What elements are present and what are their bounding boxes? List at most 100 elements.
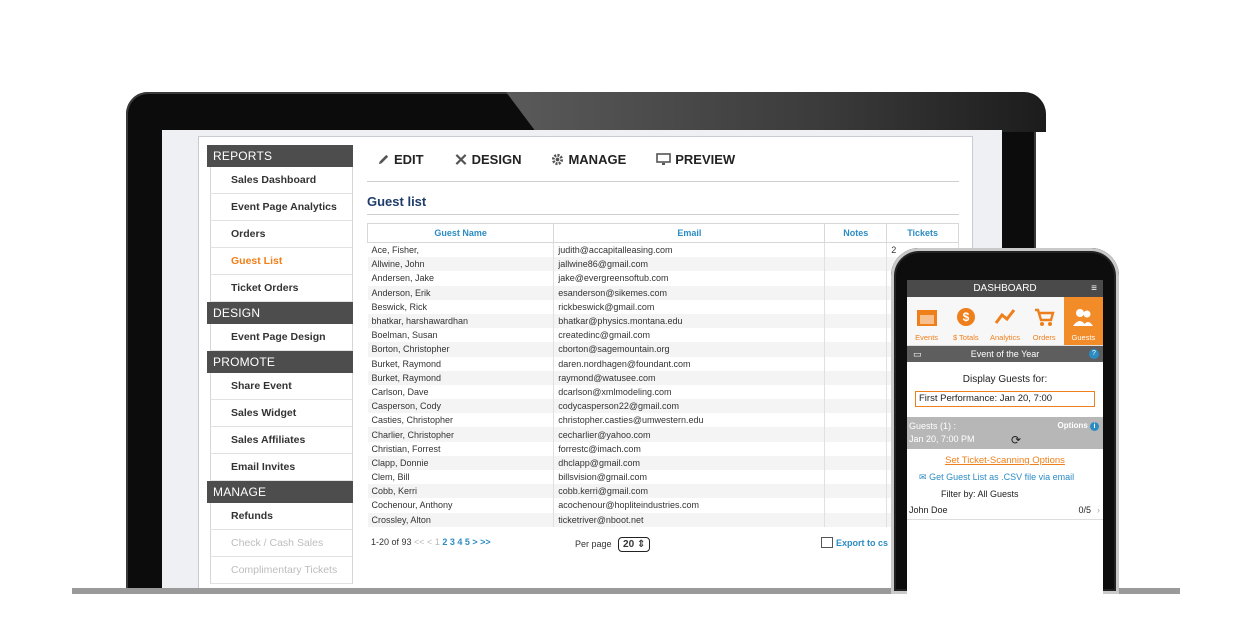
table-row[interactable]: Casperson, Cody codycasperson22@gmail.com: [367, 399, 959, 414]
tab-label: Orders: [1032, 333, 1056, 342]
options-button[interactable]: Options i: [1058, 421, 1099, 431]
guest-name-cell: Burket, Raymond: [367, 370, 555, 385]
display-guests-label: Display Guests for:: [962, 374, 1048, 385]
table-row[interactable]: Casties, Christopher christopher.casties@…: [367, 413, 959, 428]
per-page-label: Per page: [575, 538, 612, 549]
per-page-select[interactable]: 20 ⇕: [618, 536, 651, 552]
monitor-icon[interactable]: ▭: [913, 346, 922, 362]
table-row[interactable]: Christian, Forrest forrestc@imach.com: [367, 441, 959, 456]
table-row[interactable]: Charlier, Christopher cecharlier@yahoo.co…: [367, 427, 959, 442]
options-label: Options: [1057, 421, 1088, 430]
table-row[interactable]: Cobb, Kerri cobb.kerri@gmail.com: [367, 484, 959, 499]
event-name: Event of the Year: [970, 349, 1040, 359]
csv-email-link[interactable]: ✉ Get Guest List as .CSV file via email: [907, 472, 1103, 483]
notes-cell: [824, 328, 888, 343]
design-button[interactable]: DESIGN: [454, 152, 521, 167]
performance-select[interactable]: First Performance: Jan 20, 7:00: [915, 391, 1095, 407]
notes-cell: [824, 427, 888, 442]
refresh-icon[interactable]: ⟳: [1011, 433, 1021, 447]
notes-cell: [824, 384, 888, 400]
notes-cell: [824, 285, 888, 300]
guest-name-cell: Cobb, Kerri: [367, 484, 555, 499]
guest-name-cell: Christian, Forrest: [367, 441, 555, 456]
notes-cell: [824, 299, 888, 314]
page-title: Guest list: [367, 194, 959, 215]
sidebar-item-guest-list[interactable]: Guest List: [210, 248, 353, 275]
phone-header: DASHBOARD ≡: [907, 280, 1103, 297]
table-row[interactable]: Carlson, Dave dcarlson@xmlmodeling.com: [367, 384, 959, 400]
preview-label: PREVIEW: [675, 151, 736, 167]
email-cell: daren.nordhagen@foundant.com: [553, 356, 826, 371]
column-header-notes[interactable]: Notes: [824, 223, 888, 243]
monitor-icon: [656, 152, 672, 165]
table-row[interactable]: Boelman, Susan createdinc@gmail.com: [367, 328, 959, 343]
sidebar-item-email-invites[interactable]: Email Invites: [210, 454, 353, 481]
tab-guests[interactable]: Guests: [1063, 297, 1103, 345]
table-row[interactable]: Borton, Christopher cborton@sagemountain.…: [367, 342, 959, 357]
help-icon[interactable]: ?: [1089, 349, 1099, 359]
table-row[interactable]: Anderson, Erik esanderson@sikemes.com: [367, 285, 959, 300]
preview-button[interactable]: PREVIEW: [656, 152, 735, 167]
table-row[interactable]: Clapp, Donnie dhclapp@gmail.com: [367, 455, 959, 470]
table-row[interactable]: bhatkar, harshawardhan bhatkar@physics.mo…: [367, 313, 959, 329]
sidebar-header-manage: MANAGE: [207, 481, 353, 503]
guest-row[interactable]: John Doe 0/5 ›: [907, 505, 1103, 520]
email-cell: judith@accapitalleasing.com: [553, 242, 826, 258]
sidebar-item-sales-widget[interactable]: Sales Widget: [210, 400, 353, 427]
column-header-tickets[interactable]: Tickets: [886, 223, 959, 243]
notes-cell: [824, 498, 888, 513]
chart-icon: [994, 307, 1016, 333]
pager-page-links[interactable]: 2 3 4 5 > >>: [442, 537, 490, 547]
table-row[interactable]: Beswick, Rick rickbeswick@gmail.com: [367, 299, 959, 314]
csv-email-label: Get Guest List as .CSV file via email: [929, 472, 1075, 482]
email-cell: billsvision@gmail.com: [553, 470, 826, 485]
guest-name-cell: Andersen, Jake: [367, 271, 555, 286]
guest-name-cell: Anderson, Erik: [367, 285, 555, 300]
hamburger-icon[interactable]: ≡: [1091, 280, 1097, 297]
column-header-guest-name[interactable]: Guest Name: [366, 223, 555, 243]
table-row[interactable]: Clem, Bill billsvision@gmail.com: [367, 470, 959, 485]
sidebar-item-share-event[interactable]: Share Event: [210, 373, 353, 400]
sidebar-item-check-cash-sales: Check / Cash Sales: [210, 530, 353, 557]
guest-count: 0/5: [1078, 505, 1091, 515]
guests-count: Guests (1) :: [909, 421, 957, 431]
manage-button[interactable]: MANAGE: [551, 152, 626, 167]
guest-name-cell: Casperson, Cody: [367, 399, 555, 414]
sidebar-item-refunds[interactable]: Refunds: [210, 503, 353, 530]
dollar-icon: $: [956, 307, 976, 333]
notes-cell: [824, 242, 888, 258]
table-row[interactable]: Crossley, Alton ticketriver@nboot.net: [367, 512, 959, 527]
sidebar-item-sales-dashboard[interactable]: Sales Dashboard: [210, 167, 353, 194]
sidebar-item-ticket-orders[interactable]: Ticket Orders: [210, 275, 353, 302]
column-header-email[interactable]: Email: [553, 223, 826, 243]
tab-analytics[interactable]: Analytics: [985, 297, 1024, 345]
sidebar-item-sales-affiliates[interactable]: Sales Affiliates: [210, 427, 353, 454]
table-row[interactable]: Allwine, John jallwine86@gmail.com: [367, 257, 959, 272]
table-row[interactable]: Cochenour, Anthony acochenour@hopliteindu…: [367, 498, 959, 513]
pager-prev-links[interactable]: << < 1: [414, 537, 440, 547]
tab-orders[interactable]: Orders: [1025, 297, 1064, 345]
pager-range-text: 1-20 of 93: [371, 536, 412, 547]
sidebar-header-reports: REPORTS: [207, 145, 353, 167]
export-link[interactable]: Export to cs: [821, 536, 888, 548]
guest-name-cell: Borton, Christopher: [367, 342, 555, 357]
tab-totals[interactable]: $ $ Totals: [946, 297, 985, 345]
notes-cell: [824, 484, 888, 499]
email-cell: esanderson@sikemes.com: [553, 285, 826, 300]
sidebar-item-event-page-analytics[interactable]: Event Page Analytics: [210, 194, 353, 221]
edit-button[interactable]: EDIT: [377, 152, 424, 167]
tab-events[interactable]: Events: [907, 297, 946, 345]
table-row[interactable]: Andersen, Jake jake@evergreensoftub.com: [367, 271, 959, 286]
table-body: Ace, Fisher, judith@accapitalleasing.com 2…: [367, 242, 959, 527]
csv-icon: [821, 536, 833, 548]
sidebar-item-event-page-design[interactable]: Event Page Design: [210, 324, 353, 351]
email-cell: jake@evergreensoftub.com: [553, 271, 826, 286]
table-row[interactable]: Burket, Raymond raymond@watusee.com: [367, 370, 959, 385]
table-row[interactable]: Ace, Fisher, judith@accapitalleasing.com 2: [367, 242, 959, 258]
table-row[interactable]: Burket, Raymond daren.nordhagen@foundant.…: [367, 356, 959, 371]
guest-name-cell: Boelman, Susan: [367, 328, 555, 343]
sidebar-header-design: DESIGN: [207, 302, 353, 324]
sidebar-item-orders[interactable]: Orders: [210, 221, 353, 248]
pager-range: 1-20 of 93 << < 1 2 3 4 5 > >>: [371, 537, 491, 547]
scan-options-link[interactable]: Set Ticket-Scanning Options: [907, 455, 1103, 466]
